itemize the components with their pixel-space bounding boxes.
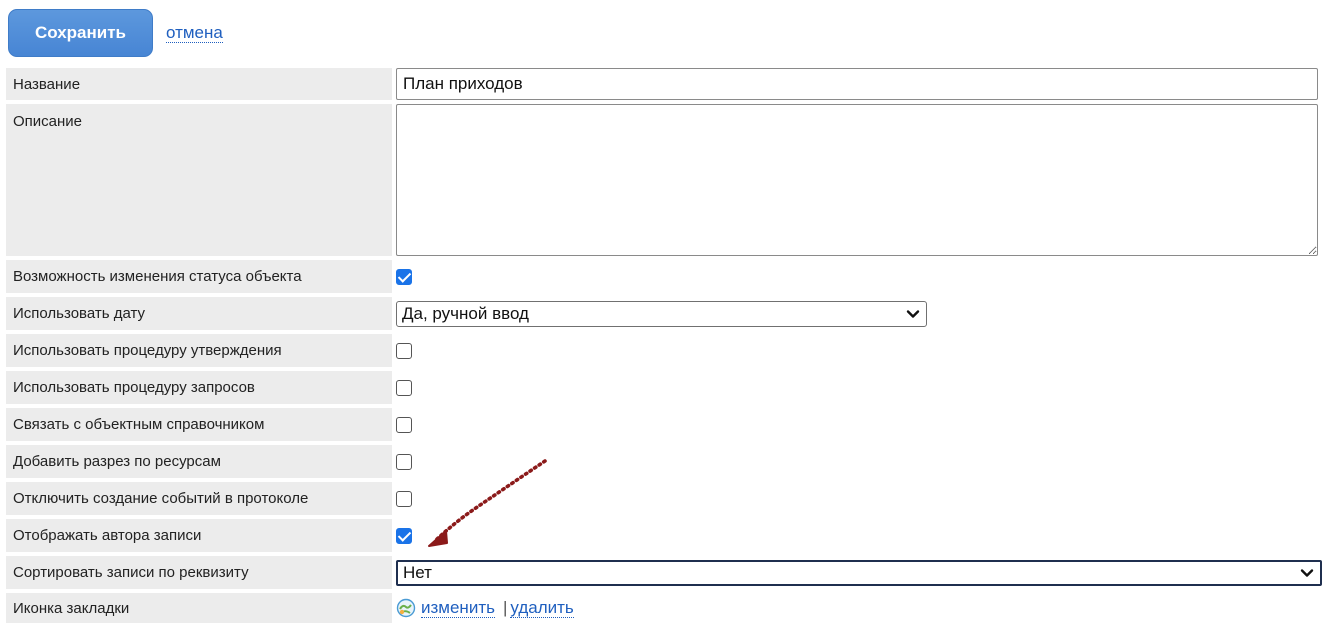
use-date-selected-value: Да, ручной ввод [402,303,529,323]
resources-label: Добавить разрез по ресурсам [6,445,392,478]
name-label: Название [6,68,392,100]
description-label: Описание [6,104,392,256]
row-name: Название [6,68,1322,100]
change-icon-link[interactable]: изменить [421,598,495,618]
row-status-change: Возможность изменения статуса объекта [6,260,1322,293]
use-date-label: Использовать дату [6,297,392,330]
approval-checkbox[interactable] [396,343,412,359]
bookmark-icon-label: Иконка закладки [6,593,392,623]
toolbar: Сохранить отмена [8,9,223,57]
row-disable-events: Отключить создание событий в протоколе [6,482,1322,515]
sort-by-select[interactable]: Нет [396,559,1322,586]
approval-label: Использовать процедуру утверждения [6,334,392,367]
show-author-label: Отображать автора записи [6,519,392,552]
object-reference-label: Связать с объектным справочником [6,408,392,441]
use-date-select[interactable]: Да, ручной ввод [396,300,927,327]
chevron-down-icon [906,309,920,318]
row-sort-by: Сортировать записи по реквизиту Нет [6,556,1322,589]
delete-icon-link[interactable]: удалить [510,598,574,618]
resources-checkbox[interactable] [396,454,412,470]
form-page: Сохранить отмена Название Описание Возмо… [0,0,1322,640]
bookmark-globe-icon [396,598,416,618]
bookmark-icon-actions: изменить | удалить [396,598,1322,618]
row-requests: Использовать процедуру запросов [6,371,1322,404]
row-description: Описание [6,104,1322,256]
settings-form: Название Описание Возможность изменения … [6,64,1322,627]
link-separator: | [502,598,508,617]
requests-label: Использовать процедуру запросов [6,371,392,404]
cancel-link[interactable]: отмена [166,23,223,43]
sort-by-selected-value: Нет [403,562,432,582]
save-button[interactable]: Сохранить [8,9,153,57]
row-approval: Использовать процедуру утверждения [6,334,1322,367]
row-object-reference: Связать с объектным справочником [6,408,1322,441]
disable-events-label: Отключить создание событий в протоколе [6,482,392,515]
row-resources: Добавить разрез по ресурсам [6,445,1322,478]
sort-by-label: Сортировать записи по реквизиту [6,556,392,589]
status-change-label: Возможность изменения статуса объекта [6,260,392,293]
chevron-down-icon [1300,568,1314,577]
status-change-checkbox[interactable] [396,269,412,285]
row-show-author: Отображать автора записи [6,519,1322,552]
row-bookmark-icon: Иконка закладки изменить | удалить [6,593,1322,623]
requests-checkbox[interactable] [396,380,412,396]
name-input[interactable] [396,68,1318,100]
object-reference-checkbox[interactable] [396,417,412,433]
disable-events-checkbox[interactable] [396,491,412,507]
description-textarea[interactable] [396,104,1318,256]
show-author-checkbox[interactable] [396,528,412,544]
row-use-date: Использовать дату Да, ручной ввод [6,297,1322,330]
